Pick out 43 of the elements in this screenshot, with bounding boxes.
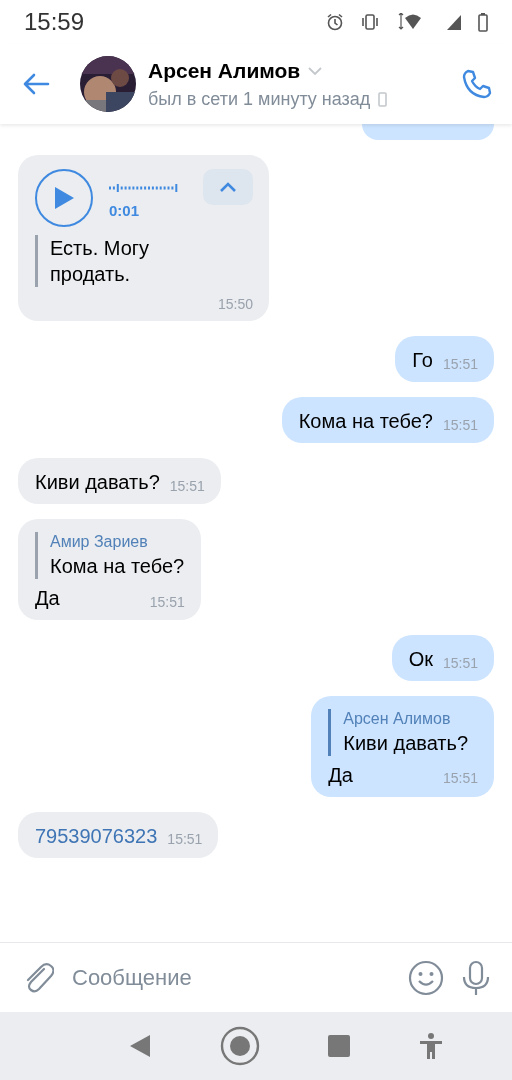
call-icon[interactable] [460, 68, 492, 100]
message-text: Да [328, 762, 353, 788]
back-nav-icon[interactable] [128, 1034, 151, 1058]
message-time: 15:51 [149, 592, 185, 611]
collapse-button[interactable] [203, 169, 253, 205]
message-text: Ок [408, 646, 433, 672]
back-icon[interactable] [22, 72, 50, 96]
message-time: 15:50 [217, 296, 253, 312]
voice-duration: 0:01 [109, 201, 141, 221]
recents-nav-icon[interactable] [328, 1035, 351, 1057]
quote-text: Киви давать? [343, 730, 470, 756]
message-text: Кома на тебе? [298, 409, 433, 434]
battery-icon [478, 12, 488, 32]
message-time: 15:51 [167, 830, 203, 849]
signal-icon [446, 13, 462, 31]
message-text: Киви давать? [35, 470, 160, 495]
alarm-icon [326, 13, 344, 31]
quote-text: Кома на тебе? [50, 553, 185, 579]
play-icon [53, 186, 75, 210]
home-nav-icon[interactable] [219, 1026, 260, 1066]
quote-author: Арсен Алимов [343, 708, 452, 729]
message-text: Го [412, 348, 433, 373]
message-time: 15:51 [169, 476, 205, 495]
message-time: 15:51 [442, 415, 478, 434]
message-time: 15:51 [442, 769, 478, 788]
message-time: 15:51 [442, 354, 478, 373]
message-time: 15:51 [442, 653, 478, 672]
vibrate-icon [360, 13, 380, 31]
waveform-drawing [109, 183, 179, 193]
transcript-text: Есть. Могу продать. [50, 236, 151, 287]
emoji-icon[interactable] [408, 959, 444, 996]
message-input[interactable]: Сообщение [70, 960, 392, 995]
quote-author: Амир Зариев [50, 532, 149, 552]
chevron-up-icon [219, 182, 237, 192]
message-text: Да [35, 585, 60, 611]
play-button[interactable] [35, 169, 93, 227]
contact-name[interactable]: Арсен Алимов [148, 54, 301, 87]
status-time: 15:59 [24, 7, 85, 37]
phone-link[interactable]: 79539076323 [35, 822, 158, 849]
last-seen-status: был в сети 1 минуту назад [148, 88, 371, 112]
microphone-icon[interactable] [460, 959, 492, 996]
accessibility-icon[interactable] [419, 1033, 444, 1059]
phone-device-icon [378, 92, 388, 108]
